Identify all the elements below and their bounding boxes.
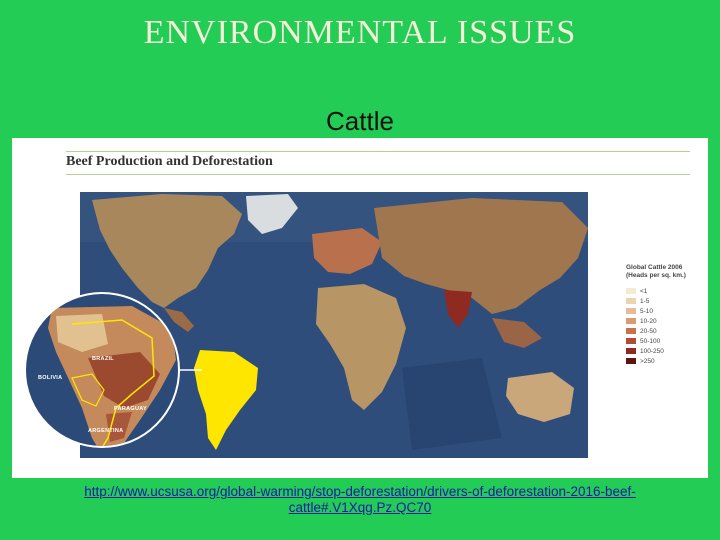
legend-swatch xyxy=(626,288,636,294)
legend-item: 20-50 xyxy=(626,326,706,336)
legend-item: 5-10 xyxy=(626,306,706,316)
map-legend: Global Cattle 2006 (Heads per sq. km.) <… xyxy=(626,264,706,366)
legend-swatch xyxy=(626,328,636,334)
inset-label-brazil: BRAZIL xyxy=(92,356,114,362)
legend-items: <1 1-5 5-10 10-20 20-50 50-100 100-250 >250 xyxy=(626,286,706,366)
inset-label-argentina: ARGENTINA xyxy=(88,428,124,434)
inset-label-paraguay: PARAGUAY xyxy=(114,406,147,412)
legend-swatch xyxy=(626,318,636,324)
legend-item: 50-100 xyxy=(626,336,706,346)
inset-label-bolivia: BOLIVIA xyxy=(38,375,63,381)
legend-swatch xyxy=(626,348,636,354)
slide-title: ENVIRONMENTAL ISSUES xyxy=(143,14,577,51)
legend-item: <1 xyxy=(626,286,706,296)
legend-label: <1 xyxy=(640,287,648,295)
legend-swatch xyxy=(626,338,636,344)
legend-title-line1: Global Cattle 2006 xyxy=(626,264,683,271)
legend-title-line2: (Heads per sq. km.) xyxy=(626,272,686,279)
legend-item: 100-250 xyxy=(626,346,706,356)
world-map xyxy=(24,192,588,458)
legend-item: 10-20 xyxy=(626,316,706,326)
legend-label: >250 xyxy=(640,357,655,365)
slide-subtitle: Cattle xyxy=(326,106,394,136)
legend-swatch xyxy=(626,308,636,314)
legend-item: >250 xyxy=(626,356,706,366)
map-figure: Beef Production and Deforestation BRAZIL… xyxy=(12,138,708,478)
legend-label: 5-10 xyxy=(640,307,654,315)
legend-label: 50-100 xyxy=(640,337,661,345)
legend-title: Global Cattle 2006 (Heads per sq. km.) xyxy=(626,264,706,280)
legend-swatch xyxy=(626,358,636,364)
legend-label: 10-20 xyxy=(640,317,657,325)
legend-label: 20-50 xyxy=(640,327,657,335)
legend-swatch xyxy=(626,298,636,304)
legend-label: 100-250 xyxy=(640,347,664,355)
legend-label: 1-5 xyxy=(640,297,650,305)
legend-item: 1-5 xyxy=(626,296,706,306)
source-link[interactable]: http://www.ucsusa.org/global-warming/sto… xyxy=(20,484,700,516)
